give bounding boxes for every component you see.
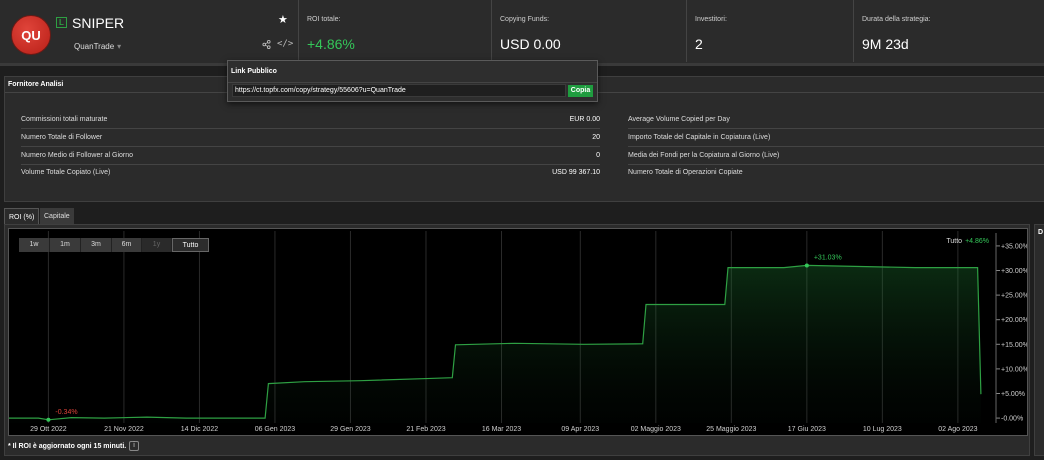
right-panel-label: D: [1038, 229, 1044, 236]
list-item: Volume Totale Copiato (Live) USD 99 367.…: [21, 165, 600, 182]
x-tick-label: 21 Feb 2023: [406, 426, 445, 433]
provider-name: QuanTrade: [74, 42, 115, 51]
range-button-1m[interactable]: 1m: [50, 238, 81, 252]
stat-label: Investitori:: [695, 16, 727, 23]
provider-dropdown[interactable]: QuanTrade ▾: [74, 42, 121, 51]
divider: [228, 82, 597, 83]
x-tick-label: 02 Ago 2023: [938, 426, 977, 433]
chevron-down-icon: ▾: [117, 42, 122, 51]
avatar[interactable]: QU: [11, 15, 51, 55]
row-label: Commissioni totali maturate: [21, 116, 108, 123]
roi-chart[interactable]: 29 Ott 2022 21 Nov 2022 14 Dic 2022 06 Gen …: [9, 229, 1029, 435]
tab-roi[interactable]: ROI (%): [4, 208, 40, 225]
roi-chart-panel: 29 Ott 2022 21 Nov 2022 14 Dic 2022 06 Gen …: [4, 224, 1030, 456]
y-tick-label: +30.00%: [1001, 268, 1027, 275]
stat-value: 9M 23d: [862, 36, 909, 52]
code-icon[interactable]: </>: [277, 39, 293, 49]
stat-value: USD 0.00: [500, 36, 561, 52]
stat-roi: ROI totale: +4.86%: [298, 0, 490, 62]
x-tick-label: 06 Gen 2023: [255, 426, 296, 433]
list-item: Average Volume Copied per Day: [628, 112, 1044, 129]
row-value: EUR 0.00: [569, 116, 600, 123]
data-point: [804, 263, 809, 268]
data-label: +31.03%: [814, 254, 842, 261]
row-label: Volume Totale Copiato (Live): [21, 169, 111, 176]
x-tick-label: 16 Mar 2023: [482, 426, 521, 433]
popup-title: Link Pubblico: [231, 68, 277, 75]
copy-button[interactable]: Copia: [568, 85, 593, 97]
y-tick-label: +20.00%: [1001, 317, 1027, 324]
y-tick-label: -0.00%: [1001, 416, 1023, 423]
x-tick-label: 25 Maggio 2023: [706, 426, 756, 433]
stat-value: +4.86%: [307, 36, 355, 52]
strategy-header: QU L SNIPER QuanTrade ▾ ★ </> ROI totale:…: [0, 0, 1044, 66]
x-tick-label: 17 Giu 2023: [788, 426, 826, 433]
data-point: [46, 417, 51, 422]
chart-legend: Tutto +4.86%: [946, 238, 989, 245]
row-value: 20: [592, 134, 600, 141]
range-button-all[interactable]: Tutto: [172, 238, 209, 252]
row-label: Numero Medio di Follower al Giorno: [21, 152, 134, 159]
panel-title: Fornitore Analisi: [8, 81, 64, 88]
tab-capitale[interactable]: Capitale: [40, 208, 74, 225]
x-tick-label: 10 Lug 2023: [863, 426, 902, 433]
stat-label: Copying Funds:: [500, 16, 550, 23]
row-label: Average Volume Copied per Day: [628, 116, 730, 123]
star-icon[interactable]: ★: [278, 13, 288, 26]
y-tick-label: +5.00%: [1001, 391, 1025, 398]
list-item: Numero Totale di Follower 20: [21, 130, 600, 147]
chart-frame: 29 Ott 2022 21 Nov 2022 14 Dic 2022 06 Gen …: [8, 228, 1029, 436]
roi-footnote: * Il ROI è aggiornato ogni 15 minuti.: [8, 443, 127, 450]
y-tick-label: +15.00%: [1001, 342, 1027, 349]
range-button-6m[interactable]: 6m: [112, 238, 142, 252]
row-label: Numero Totale di Operazioni Copiate: [628, 169, 743, 176]
list-item: Commissioni totali maturate EUR 0.00: [21, 112, 600, 129]
strategy-name: SNIPER: [72, 15, 125, 31]
y-tick-label: +35.00%: [1001, 243, 1027, 250]
row-label: Importo Totale del Capitale in Copiatura…: [628, 134, 771, 141]
data-label: -0.34%: [55, 409, 77, 416]
list-item: Importo Totale del Capitale in Copiatura…: [628, 130, 1044, 147]
info-icon[interactable]: i: [129, 441, 139, 451]
row-value: 0: [596, 152, 600, 159]
stat-investors: Investitori: 2: [686, 0, 853, 62]
live-badge: L: [56, 17, 67, 28]
x-tick-label: 02 Maggio 2023: [631, 426, 681, 433]
row-label: Numero Totale di Follower: [21, 134, 103, 141]
range-button-1w[interactable]: 1w: [19, 238, 50, 252]
public-link-input[interactable]: https://ct.topfx.com/copy/strategy/55606…: [232, 84, 566, 97]
row-value: USD 99 367.10: [552, 169, 600, 176]
row-label: Media dei Fondi per la Copiatura al Gior…: [628, 152, 780, 159]
share-icon[interactable]: [262, 40, 271, 49]
x-tick-label: 29 Gen 2023: [330, 426, 371, 433]
x-tick-label: 29 Ott 2022: [30, 426, 67, 433]
x-tick-label: 09 Apr 2023: [561, 426, 599, 433]
legend-label: Tutto: [946, 238, 963, 245]
public-link-popup: Link Pubblico https://ct.topfx.com/copy/…: [227, 60, 598, 102]
legend-value: +4.86%: [965, 238, 989, 245]
stat-copying-funds: Copying Funds: USD 0.00: [491, 0, 685, 62]
stat-label: ROI totale:: [307, 16, 341, 23]
range-button-1y: 1y: [142, 238, 172, 252]
x-tick-label: 14 Dic 2022: [181, 426, 218, 433]
range-button-3m[interactable]: 3m: [81, 238, 112, 252]
y-tick-label: +10.00%: [1001, 366, 1027, 373]
list-item: Media dei Fondi per la Copiatura al Gior…: [628, 148, 1044, 165]
right-panel: D: [1034, 224, 1044, 456]
list-item: Numero Totale di Operazioni Copiate: [628, 165, 1044, 182]
range-selector: 1w 1m 3m 6m 1y Tutto: [19, 238, 209, 252]
stat-value: 2: [695, 36, 703, 52]
list-item: Numero Medio di Follower al Giorno 0: [21, 148, 600, 165]
chart-tabs: ROI (%) Capitale: [4, 205, 1004, 225]
stat-label: Durata della strategia:: [862, 16, 931, 23]
app-root: QU L SNIPER QuanTrade ▾ ★ </> ROI totale:…: [0, 0, 1044, 460]
y-tick-label: +25.00%: [1001, 293, 1027, 300]
x-tick-label: 21 Nov 2022: [104, 426, 144, 433]
stat-duration: Durata della strategia: 9M 23d: [853, 0, 1044, 62]
